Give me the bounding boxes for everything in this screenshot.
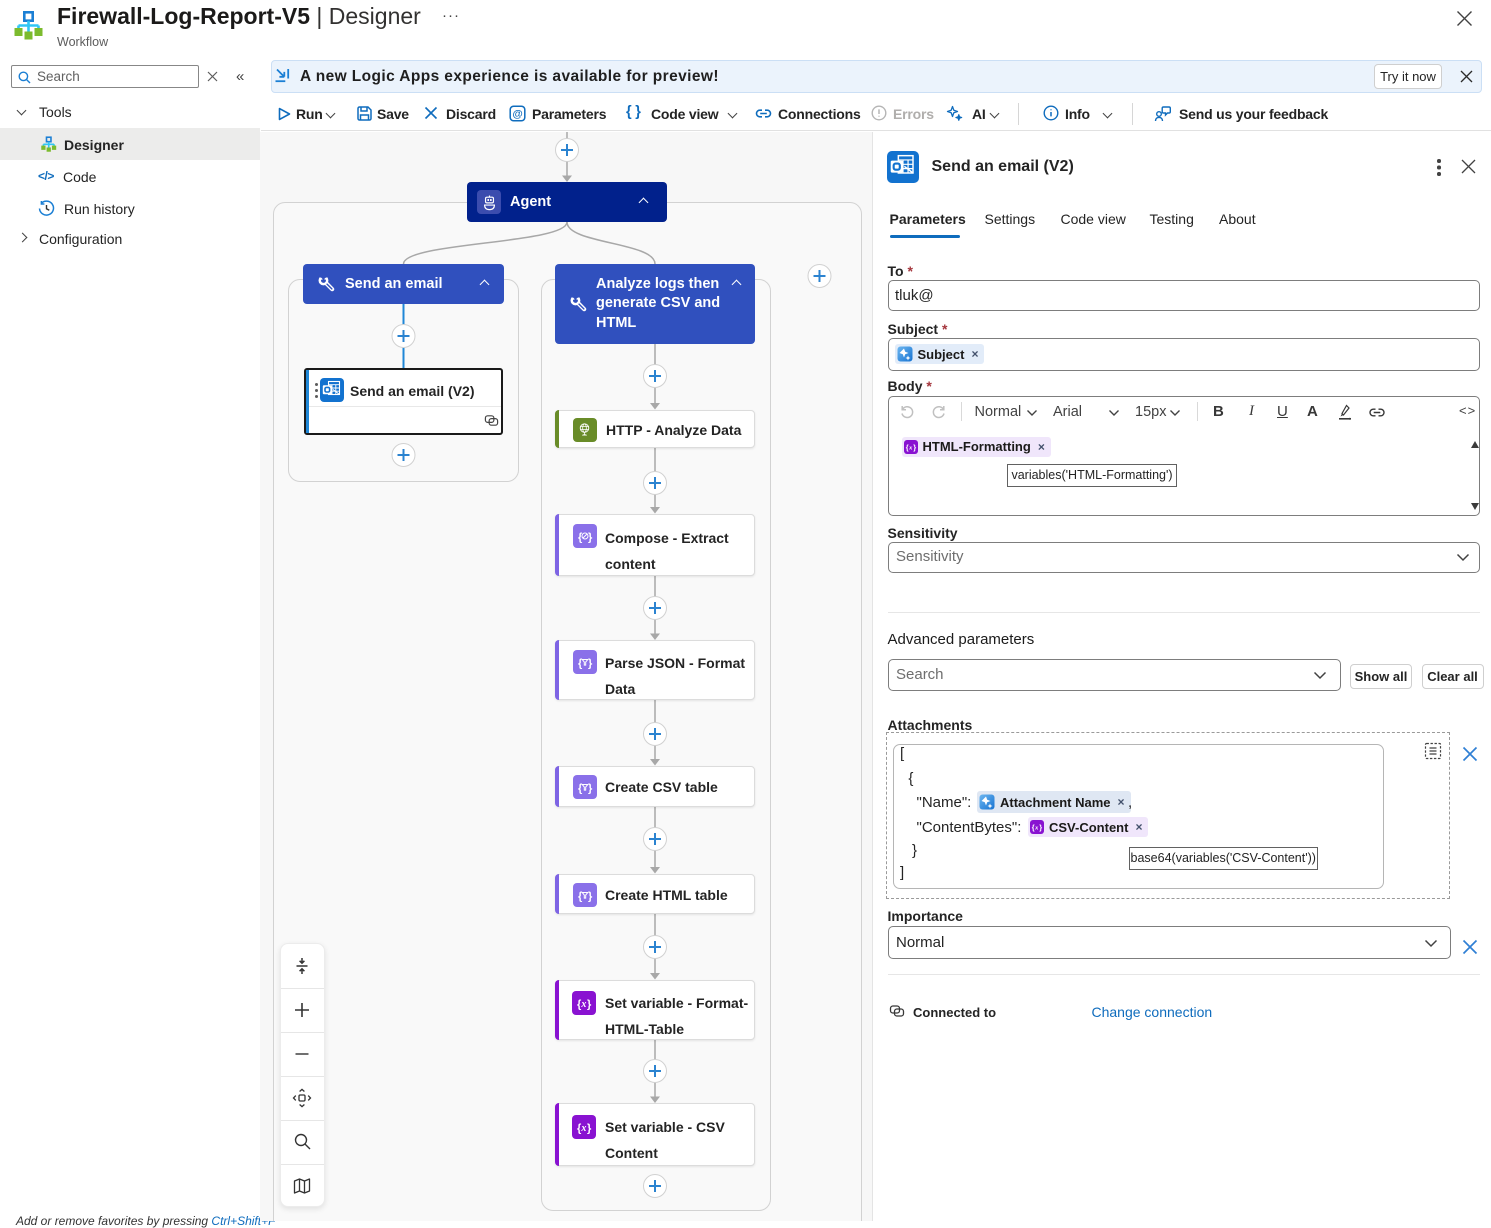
svg-text:x: x: [1034, 825, 1039, 832]
svg-text:}: }: [1039, 823, 1042, 832]
svg-text:@: @: [512, 108, 522, 120]
svg-text:x: x: [908, 444, 913, 451]
svg-text:}: }: [588, 532, 593, 544]
svg-text:{: {: [1032, 823, 1035, 832]
svg-text:x: x: [580, 999, 586, 1010]
svg-text:}: }: [913, 443, 916, 452]
svg-text:}: }: [587, 999, 592, 1011]
svg-text:}: }: [588, 658, 593, 670]
svg-text:{: {: [905, 443, 908, 452]
svg-text:x: x: [580, 1123, 586, 1134]
svg-text:}: }: [588, 783, 593, 795]
svg-text:}: }: [588, 890, 593, 902]
svg-text:}: }: [587, 1123, 592, 1135]
